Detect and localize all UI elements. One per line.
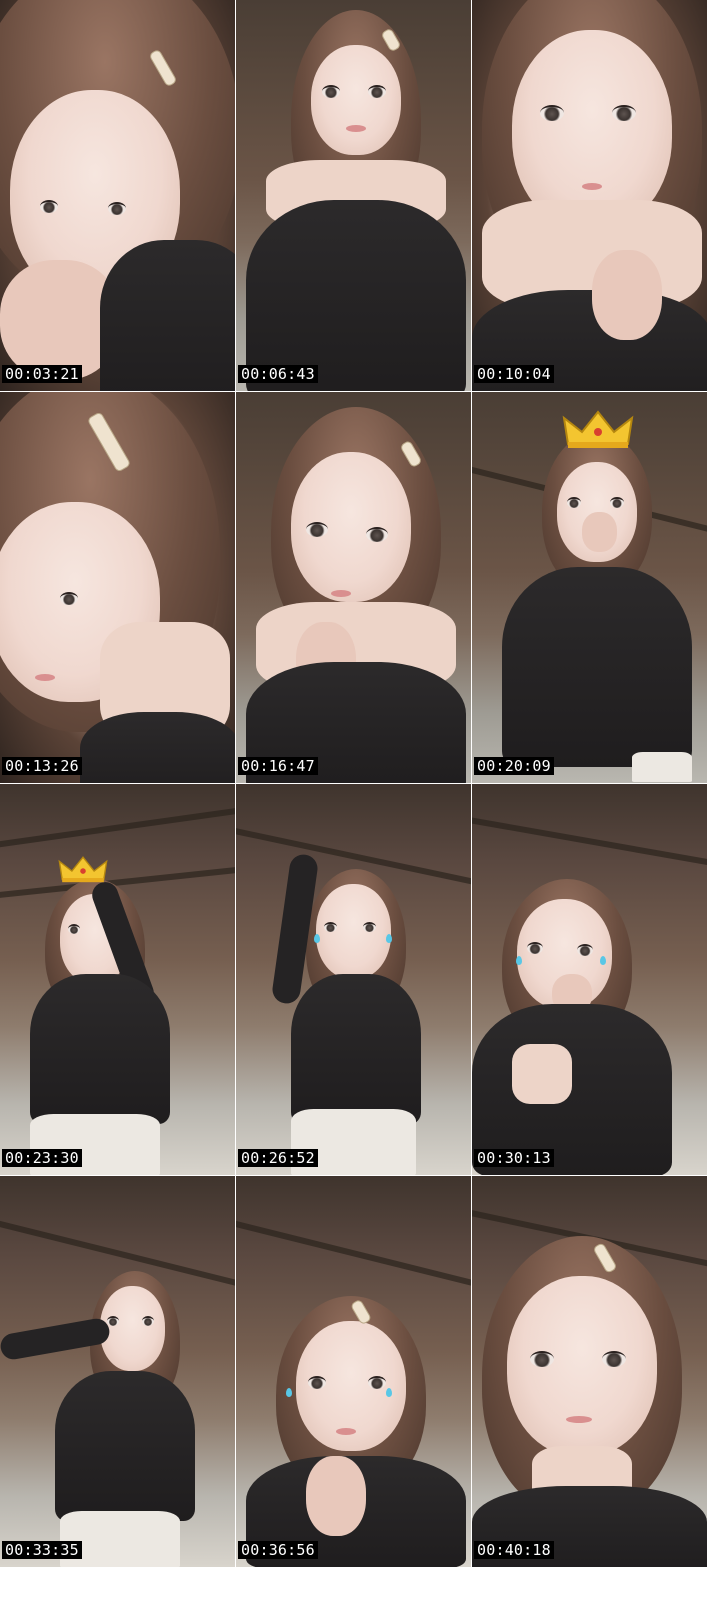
timestamp: 00:36:56 <box>238 1541 318 1559</box>
video-frame-7[interactable]: 00:23:30 <box>0 784 235 1176</box>
video-frame-5[interactable]: 00:16:47 <box>236 392 471 784</box>
eye <box>610 497 624 508</box>
frame-image <box>236 392 471 783</box>
chest <box>512 1044 572 1104</box>
lips <box>35 674 55 681</box>
eye <box>308 1376 326 1389</box>
top <box>30 974 170 1124</box>
skirt <box>60 1511 180 1567</box>
face <box>311 45 401 155</box>
tear-drop-icon <box>516 956 522 965</box>
eye <box>567 497 581 508</box>
hand <box>582 512 617 552</box>
eye <box>107 1316 119 1326</box>
lips <box>331 590 351 597</box>
contact-sheet-grid: 00:03:21 00:06:43 00:10:04 00:13:26 00:1… <box>0 0 720 1600</box>
eye <box>306 522 328 537</box>
timestamp: 00:13:26 <box>2 757 82 775</box>
lips <box>582 183 602 190</box>
video-frame-4[interactable]: 00:13:26 <box>0 392 235 784</box>
frame-image <box>472 1176 707 1567</box>
hand <box>592 250 662 340</box>
eye <box>530 1351 554 1367</box>
lips <box>346 125 366 132</box>
top <box>502 567 692 767</box>
hand <box>306 1456 366 1536</box>
timestamp: 00:23:30 <box>2 1149 82 1167</box>
face <box>100 1286 165 1371</box>
frame-image <box>0 784 235 1175</box>
frame-image <box>0 1176 235 1567</box>
lips <box>566 1416 592 1423</box>
frame-image <box>472 0 707 391</box>
crown-icon <box>562 410 634 448</box>
eye <box>108 202 126 215</box>
tear-drop-icon <box>286 1388 292 1397</box>
eye <box>577 944 593 956</box>
eye <box>368 85 386 98</box>
eye <box>612 105 636 121</box>
eye <box>527 942 543 954</box>
timestamp: 00:10:04 <box>474 365 554 383</box>
eye <box>540 105 564 121</box>
top <box>100 240 235 391</box>
top <box>291 974 421 1124</box>
video-frame-1[interactable]: 00:03:21 <box>0 0 235 392</box>
timestamp: 00:30:13 <box>474 1149 554 1167</box>
frame-image <box>236 784 471 1175</box>
eye <box>324 922 337 932</box>
roof-beam <box>236 1216 471 1289</box>
eye <box>68 924 80 934</box>
frame-image <box>0 0 235 391</box>
eye <box>142 1316 154 1326</box>
timestamp: 00:26:52 <box>238 1149 318 1167</box>
roof-beam <box>0 805 235 850</box>
timestamp: 00:16:47 <box>238 757 318 775</box>
video-frame-2[interactable]: 00:06:43 <box>236 0 471 392</box>
top <box>80 712 235 783</box>
tear-drop-icon <box>314 934 320 943</box>
timestamp: 00:40:18 <box>474 1541 554 1559</box>
eye <box>363 922 376 932</box>
tear-drop-icon <box>386 934 392 943</box>
top <box>55 1371 195 1521</box>
tear-drop-icon <box>600 956 606 965</box>
roof-beam <box>472 814 707 868</box>
top <box>246 200 466 391</box>
frame-image <box>236 1176 471 1567</box>
crown-icon <box>58 856 108 883</box>
eye <box>60 592 78 605</box>
frame-image <box>0 392 235 783</box>
timestamp: 00:03:21 <box>2 365 82 383</box>
video-frame-3[interactable]: 00:10:04 <box>472 0 707 392</box>
skirt <box>632 752 692 782</box>
timestamp: 00:20:09 <box>474 757 554 775</box>
video-frame-6[interactable]: 00:20:09 <box>472 392 707 784</box>
tear-drop-icon <box>386 1388 392 1397</box>
video-frame-11[interactable]: 00:36:56 <box>236 1176 471 1568</box>
timestamp: 00:33:35 <box>2 1541 82 1559</box>
timestamp: 00:06:43 <box>238 365 318 383</box>
eye <box>366 527 388 542</box>
frame-image <box>236 0 471 391</box>
face <box>507 1276 657 1456</box>
eye <box>602 1351 626 1367</box>
eye <box>40 200 58 213</box>
eye <box>368 1376 386 1389</box>
video-frame-9[interactable]: 00:30:13 <box>472 784 707 1176</box>
eye <box>322 85 340 98</box>
video-frame-10[interactable]: 00:33:35 <box>0 1176 235 1568</box>
frame-image <box>472 392 707 783</box>
frame-image <box>472 784 707 1175</box>
lips <box>336 1428 356 1435</box>
video-frame-12[interactable]: 00:40:18 <box>472 1176 707 1568</box>
video-frame-8[interactable]: 00:26:52 <box>236 784 471 1176</box>
